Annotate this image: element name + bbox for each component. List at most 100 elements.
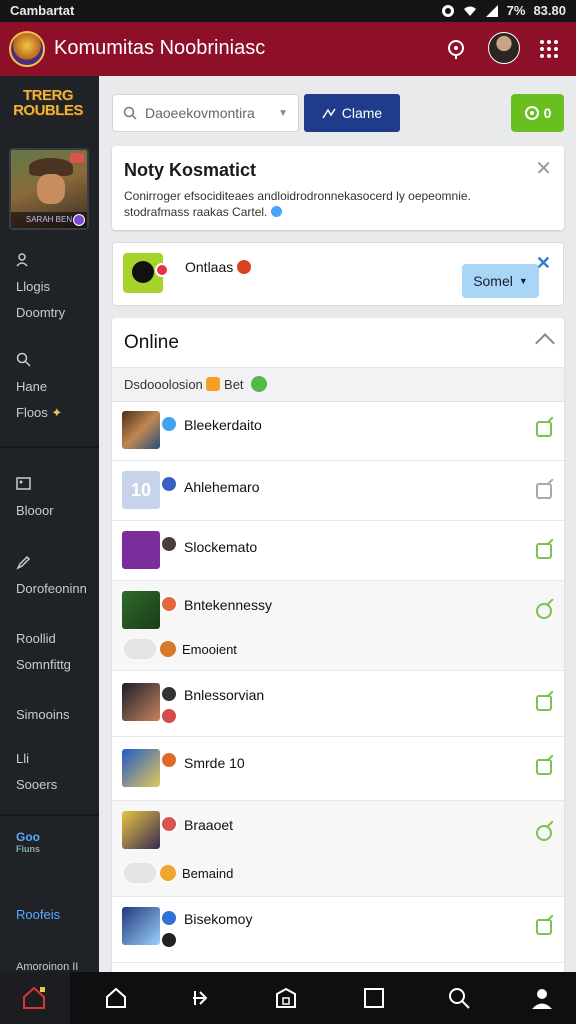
list-item[interactable]: Smrde 10 <box>112 737 564 801</box>
user-name: Braaoet <box>184 817 234 833</box>
green-badge-icon <box>251 376 268 392</box>
sidebar-item-settings[interactable]: Roollid Somnfittg <box>16 626 71 678</box>
battery-label: 7% <box>506 3 526 18</box>
share-icon <box>193 991 208 1005</box>
edit-icon[interactable] <box>536 759 552 775</box>
app-header: Komumitas Noobriniasc <box>0 22 576 76</box>
status-icon <box>160 909 178 927</box>
online-count-button[interactable]: 0 <box>511 94 564 132</box>
game-card[interactable]: SARAH BEN <box>9 148 89 230</box>
edit-icon[interactable] <box>536 603 552 619</box>
online-subheader-text: Dsdooolosion <box>124 377 203 392</box>
edit-icon[interactable] <box>536 483 552 499</box>
sidebar-item-label: Hane <box>16 379 48 394</box>
status-avatar <box>123 253 169 293</box>
bottom-nav <box>0 972 576 1024</box>
status-icon <box>160 815 178 833</box>
user-sub: Bemaind <box>124 863 233 883</box>
user-avatar <box>122 683 160 721</box>
online-header[interactable]: Online <box>112 318 564 368</box>
game-logo[interactable]: TRERG ROUBLES <box>12 88 84 130</box>
user-avatar <box>122 907 160 945</box>
sidebar-item-donations[interactable]: Dorofeoninn <box>16 554 87 602</box>
sidebar-item-home[interactable]: Hane Floos ✦ <box>16 352 62 426</box>
sidebar-chat[interactable]: Goo Fiuns <box>16 830 40 854</box>
sidebar-item-label: Roollid <box>16 631 56 646</box>
search-icon <box>123 106 137 120</box>
search-select[interactable]: Daoeekovmontira ▼ <box>112 94 299 132</box>
status-label: Ontlaas <box>185 259 252 275</box>
list-item[interactable]: Bnlessorvian <box>112 671 564 737</box>
sidebar-item-sublabel: Floos ✦ <box>16 400 62 426</box>
tab-home[interactable] <box>102 984 130 1012</box>
user-name: Bnlessorvian <box>184 687 265 703</box>
user-avatar <box>122 411 160 449</box>
tab-share[interactable] <box>188 984 216 1012</box>
close-icon[interactable]: ✕ <box>535 156 552 181</box>
list-item[interactable]: Bleekerdaito <box>112 403 564 461</box>
toggle-pill <box>124 863 156 883</box>
status-label-text: Ontlaas <box>185 259 234 275</box>
home-icon <box>106 987 126 1008</box>
list-item[interactable]: 10 Ahlehemaro <box>112 461 564 521</box>
edit-icon[interactable] <box>536 695 552 711</box>
edit-icon[interactable] <box>536 825 552 841</box>
badge-icon <box>160 641 176 657</box>
edit-icon[interactable] <box>536 919 552 935</box>
status-select-label: Somel <box>473 273 513 289</box>
sidebar-item-roofeis[interactable]: Roofeis <box>16 902 60 928</box>
notification-body: Conirroger efsociditeaes andloidrodronne… <box>124 188 524 220</box>
sidebar-divider <box>0 446 99 448</box>
signal-icon <box>485 4 498 17</box>
person-icon <box>16 253 28 267</box>
user-avatar[interactable] <box>488 32 520 64</box>
user-avatar <box>122 531 160 569</box>
tab-store[interactable] <box>272 984 300 1012</box>
info-icon <box>271 206 283 217</box>
game-card-badge <box>70 153 84 163</box>
status-icon-secondary <box>160 931 178 949</box>
tab-community[interactable] <box>20 984 48 1012</box>
store-icon <box>276 987 296 1008</box>
list-item[interactable]: Bisekomoy <box>112 897 564 963</box>
sidebar-item-sublabel: Sooers <box>16 777 58 792</box>
status-select[interactable]: Somel ▼ <box>462 264 539 298</box>
sidebar-item-label: Simooins <box>16 707 70 722</box>
chevron-up-icon[interactable] <box>535 333 555 353</box>
edit-icon[interactable] <box>536 543 552 559</box>
close-icon[interactable]: ✕ <box>536 253 551 274</box>
profile-icon <box>532 989 552 1009</box>
notification-button[interactable] <box>441 34 471 64</box>
tab-search[interactable] <box>445 984 473 1012</box>
square-icon <box>364 988 384 1008</box>
user-sub: Emooient <box>124 639 237 659</box>
toggle-pill <box>124 639 156 659</box>
list-item[interactable]: Braaoet Bemaind <box>112 801 564 897</box>
sidebar-item-blog[interactable]: Blooor <box>16 476 54 524</box>
list-item[interactable]: Bntekennessy Emooient <box>112 581 564 671</box>
community-avatar[interactable] <box>9 31 45 67</box>
tab-square[interactable] <box>360 984 388 1012</box>
wifi-icon <box>463 6 476 16</box>
game-card-face <box>37 174 65 204</box>
grid-menu-button[interactable] <box>534 34 564 64</box>
user-sub-text: Bemaind <box>182 866 234 881</box>
shield-icon <box>441 4 454 17</box>
list-item[interactable]: Slockemato <box>112 521 564 581</box>
sidebar-item-login[interactable]: Llogis Doomtry <box>16 252 65 326</box>
online-panel: Online Dsdooolosion Bet Bleekerdaito 10 … <box>112 318 564 978</box>
status-dot <box>155 263 169 277</box>
user-avatar <box>122 811 160 849</box>
status-icon <box>160 685 178 703</box>
game-card-bubble <box>73 214 85 226</box>
create-button[interactable]: Clame <box>304 94 400 132</box>
sidebar-item-simulations[interactable]: Simooins <box>16 702 69 728</box>
sidebar-item-scores[interactable]: Lli Sooers <box>16 746 57 798</box>
tab-profile[interactable] <box>528 984 556 1012</box>
status-icon <box>160 415 178 433</box>
sidebar-chat-label: Goo <box>16 830 40 844</box>
main-content: Daoeekovmontira ▼ Clame 0 Noty Kosmatict… <box>99 76 576 978</box>
user-name: Bleekerdaito <box>184 417 262 433</box>
edit-icon[interactable] <box>536 421 552 437</box>
bear-icon <box>132 261 154 283</box>
